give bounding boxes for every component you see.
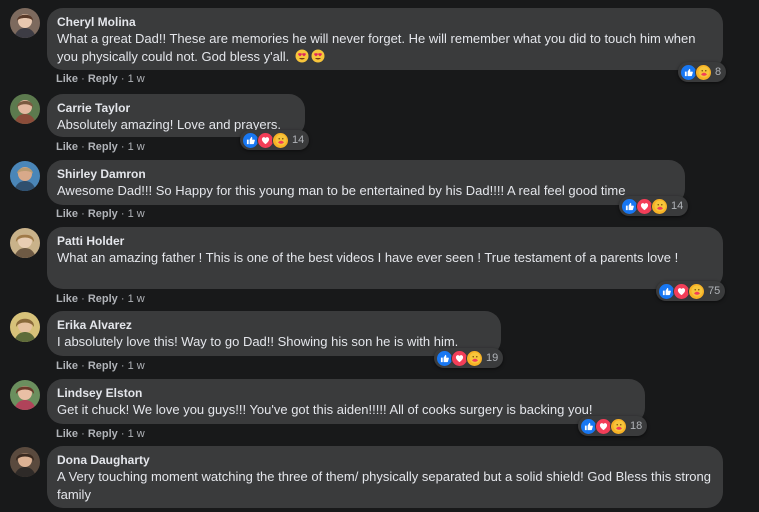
comment-author[interactable]: Patti Holder <box>57 234 712 249</box>
comment-text: Awesome Dad!!! So Happy for this young m… <box>57 183 626 198</box>
reaction-summary[interactable]: 14 <box>619 196 689 216</box>
comment-author[interactable]: Carrie Taylor <box>57 101 294 116</box>
care-reaction-icon <box>651 197 668 215</box>
like-link[interactable]: Like <box>56 73 78 85</box>
comment-actions: Like · Reply · 1 w <box>56 292 145 306</box>
comment-timestamp[interactable]: 1 w <box>128 428 145 440</box>
reaction-count: 8 <box>715 66 722 78</box>
comment-actions: Like · Reply · 1 w <box>56 140 145 154</box>
care-reaction-icon <box>610 417 627 435</box>
care-reaction-icon <box>272 131 289 149</box>
comment-bubble: Cheryl Molina What a great Dad!! These a… <box>47 8 723 70</box>
separator: · <box>81 360 85 372</box>
avatar[interactable] <box>10 380 40 410</box>
reply-link[interactable]: Reply <box>88 360 118 372</box>
comment-actions: Like · Reply · 1 w <box>56 359 145 373</box>
comment-text: I absolutely love this! Way to go Dad!! … <box>57 334 459 349</box>
comment-bubble: Patti Holder What an amazing father ! Th… <box>47 227 723 289</box>
comment-text: Get it chuck! We love you guys!!! You've… <box>57 402 593 417</box>
reaction-count: 18 <box>630 420 643 432</box>
reply-link[interactable]: Reply <box>88 428 118 440</box>
reply-link[interactable]: Reply <box>88 208 118 220</box>
comment-author[interactable]: Cheryl Molina <box>57 15 712 30</box>
comment-bubble: Dona Daugharty A Very touching moment wa… <box>47 446 723 508</box>
like-link[interactable]: Like <box>56 141 78 153</box>
comment-text-body: What a great Dad!! These are memories he… <box>57 31 696 64</box>
separator: · <box>81 73 85 85</box>
comment-author[interactable]: Dona Daugharty <box>57 453 712 468</box>
comment-bubble: Shirley Damron Awesome Dad!!! So Happy f… <box>47 160 685 205</box>
reaction-count: 75 <box>708 285 721 297</box>
reaction-count: 14 <box>671 200 684 212</box>
reaction-summary[interactable]: 18 <box>578 416 648 436</box>
reaction-count: 19 <box>486 352 499 364</box>
separator: · <box>120 208 125 220</box>
separator: · <box>81 141 85 153</box>
like-link[interactable]: Like <box>56 360 78 372</box>
reaction-summary[interactable]: 8 <box>678 62 727 82</box>
reaction-summary[interactable]: 75 <box>656 281 726 301</box>
avatar[interactable] <box>10 161 40 191</box>
separator: · <box>120 141 125 153</box>
comment-bubble: Erika Alvarez I absolutely love this! Wa… <box>47 311 501 356</box>
separator: · <box>120 293 125 305</box>
comment-timestamp[interactable]: 1 w <box>128 141 145 153</box>
separator: · <box>120 428 125 440</box>
comment-actions: Like · Reply · 1 w <box>56 207 145 221</box>
avatar[interactable] <box>10 8 40 38</box>
comment-text: A Very touching moment watching the thre… <box>57 469 711 502</box>
comment-actions: Like · Reply · 1 w <box>56 72 145 86</box>
comment-text: What a great Dad!! These are memories he… <box>57 30 712 65</box>
comment-author[interactable]: Lindsey Elston <box>57 386 634 401</box>
care-reaction-icon <box>695 63 712 81</box>
reply-link[interactable]: Reply <box>88 73 118 85</box>
comment-author[interactable]: Shirley Damron <box>57 167 674 182</box>
separator: · <box>81 208 85 220</box>
avatar[interactable] <box>10 312 40 342</box>
comment-author[interactable]: Erika Alvarez <box>57 318 490 333</box>
reply-link[interactable]: Reply <box>88 141 118 153</box>
comment-timestamp[interactable]: 1 w <box>128 73 145 85</box>
comment-timestamp[interactable]: 1 w <box>128 293 145 305</box>
reaction-summary[interactable]: 19 <box>434 348 504 368</box>
comment-bubble: Lindsey Elston Get it chuck! We love you… <box>47 379 645 424</box>
comment-actions: Like · Reply · 1 w <box>56 427 145 441</box>
separator: · <box>120 73 125 85</box>
reaction-summary[interactable]: 14 <box>240 130 310 150</box>
avatar[interactable] <box>10 228 40 258</box>
care-reaction-icon <box>466 349 483 367</box>
heart-eyes-emoji <box>311 49 325 62</box>
comment-timestamp[interactable]: 1 w <box>128 360 145 372</box>
separator: · <box>81 293 85 305</box>
separator: · <box>120 360 125 372</box>
avatar[interactable] <box>10 94 40 124</box>
reaction-count: 14 <box>292 134 305 146</box>
avatar[interactable] <box>10 447 40 477</box>
like-link[interactable]: Like <box>56 428 78 440</box>
care-reaction-icon <box>688 282 705 300</box>
like-link[interactable]: Like <box>56 208 78 220</box>
heart-eyes-emoji <box>295 49 309 62</box>
like-link[interactable]: Like <box>56 293 78 305</box>
separator: · <box>81 428 85 440</box>
comment-timestamp[interactable]: 1 w <box>128 208 145 220</box>
reply-link[interactable]: Reply <box>88 293 118 305</box>
comment-text: What an amazing father ! This is one of … <box>57 250 679 265</box>
